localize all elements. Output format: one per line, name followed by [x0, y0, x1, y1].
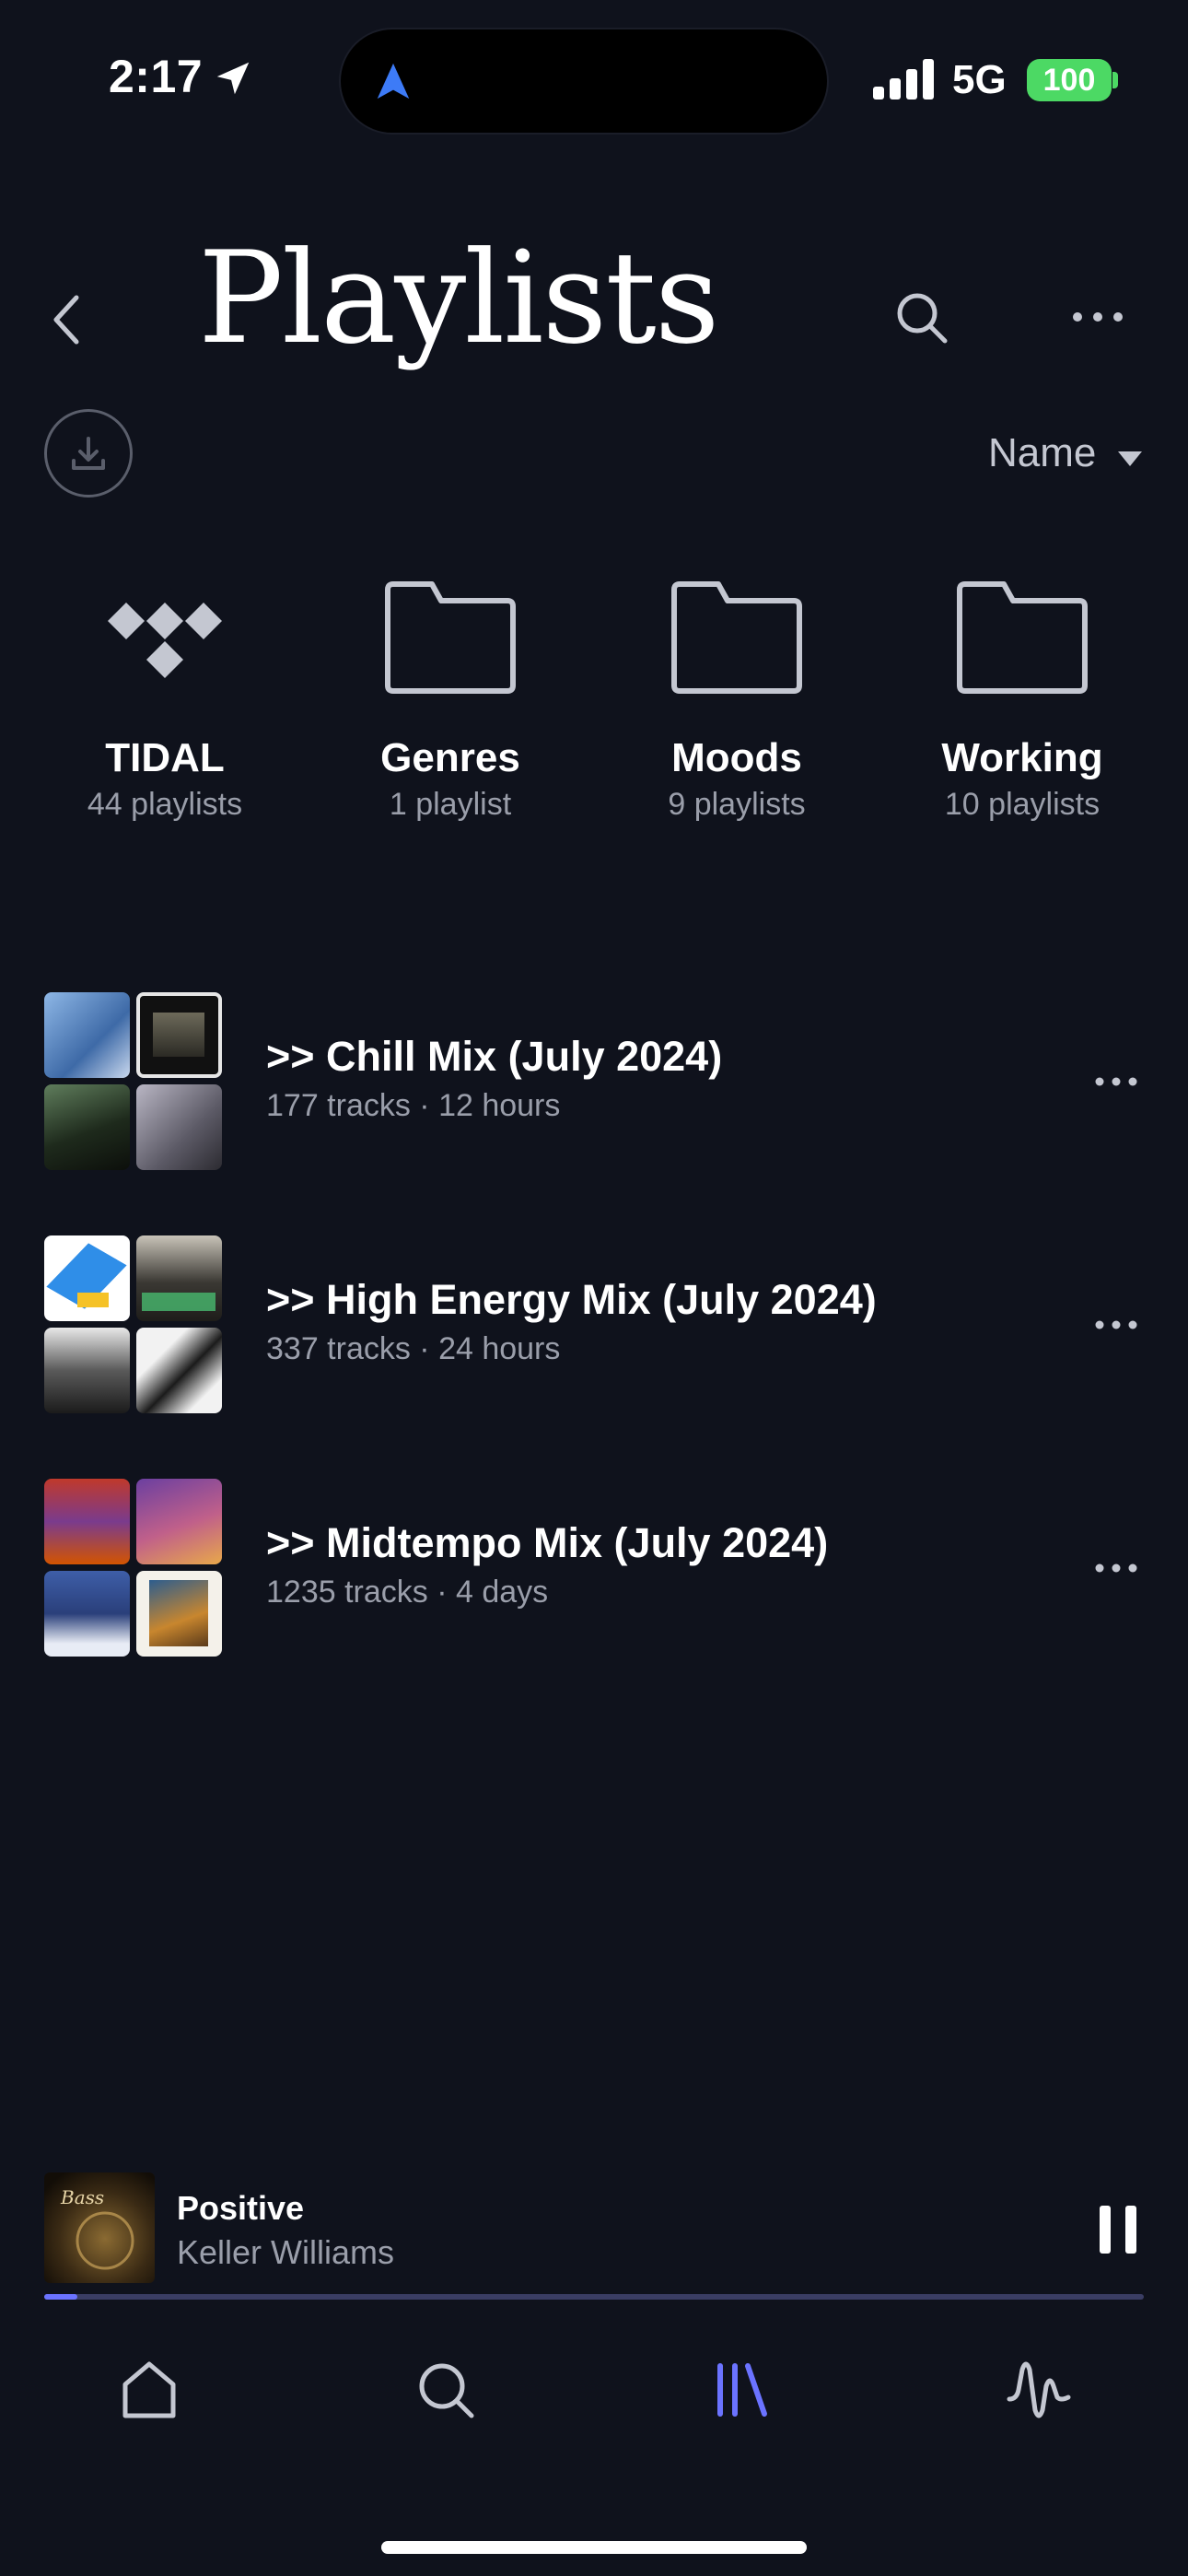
folder-icon [957, 581, 1088, 694]
home-indicator[interactable] [381, 2541, 807, 2554]
more-options-icon[interactable] [1092, 1068, 1140, 1095]
download-button[interactable] [44, 409, 133, 498]
playlist-subtitle: 1235 tracks · 4 days [266, 1575, 549, 1610]
folder-count: 10 playlists [944, 787, 1101, 822]
folder-name: Working [941, 735, 1103, 780]
folder-genres[interactable]: Genres 1 playlist [308, 577, 593, 823]
playlist-title: >> Chill Mix (July 2024) [266, 1033, 723, 1080]
pause-icon[interactable] [1096, 2202, 1140, 2257]
folder-name: TIDAL [105, 735, 225, 780]
album-art-tile [44, 1328, 130, 1413]
folder-icon [671, 581, 802, 694]
battery-indicator: 100 [1027, 59, 1112, 101]
folder-tidal[interactable]: TIDAL 44 playlists [22, 577, 308, 823]
playlist-row[interactable]: >> High Energy Mix (July 2024) 337 track… [0, 1235, 1188, 1416]
playlist-title: >> High Energy Mix (July 2024) [266, 1276, 877, 1323]
playback-progress-fill [44, 2294, 77, 2300]
location-arrow-icon [216, 62, 250, 95]
playlist-row[interactable]: >> Midtempo Mix (July 2024) 1235 tracks … [0, 1479, 1188, 1659]
folder-icon [385, 581, 516, 694]
now-playing-artist: Keller Williams [177, 2233, 395, 2271]
folder-name: Moods [671, 735, 802, 780]
home-icon[interactable] [112, 2353, 186, 2427]
playlist-artwork [44, 1479, 223, 1657]
album-art-tile [44, 1235, 130, 1321]
album-art-tile [44, 1479, 130, 1564]
tidal-logo-icon [108, 603, 222, 678]
folder-working[interactable]: Working 10 playlists [879, 577, 1165, 823]
playlist-title: >> Midtempo Mix (July 2024) [266, 1519, 829, 1566]
album-art-tile [136, 992, 222, 1078]
navigation-arrow-icon [377, 63, 410, 100]
playlist-row[interactable]: >> Chill Mix (July 2024) 177 tracks · 12… [0, 992, 1188, 1173]
chevron-left-icon [53, 295, 79, 345]
back-button[interactable] [41, 287, 92, 352]
sort-dropdown-label[interactable]: Name [988, 430, 1096, 476]
album-art-tile [44, 1084, 130, 1170]
album-art-tile [136, 1235, 222, 1321]
more-options-icon[interactable] [1092, 1311, 1140, 1339]
folder-moods[interactable]: Moods 9 playlists [594, 577, 879, 823]
album-art-image: Bass [44, 2172, 155, 2283]
playlist-artwork [44, 1235, 223, 1414]
playback-progress-track[interactable] [44, 2294, 1144, 2300]
folder-count: 44 playlists [87, 787, 243, 822]
playlist-subtitle: 177 tracks · 12 hours [266, 1088, 561, 1123]
album-art-tile [136, 1571, 222, 1657]
album-art-text: Bass [60, 2186, 104, 2208]
network-type: 5G [952, 57, 1007, 102]
album-art-tile [44, 992, 130, 1078]
playlist-artwork [44, 992, 223, 1171]
folder-count: 1 playlist [389, 787, 512, 822]
album-art-tile [44, 1571, 130, 1657]
waveform-icon[interactable] [1002, 2353, 1076, 2427]
album-art-tile [136, 1084, 222, 1170]
playlist-subtitle: 337 tracks · 24 hours [266, 1331, 561, 1366]
more-options-icon[interactable] [1068, 299, 1127, 335]
now-playing-title: Positive [177, 2189, 305, 2227]
download-icon [72, 437, 105, 470]
search-icon[interactable] [891, 287, 952, 348]
status-time: 2:17 [109, 51, 204, 102]
cellular-signal-icon [873, 59, 934, 100]
now-playing-artwork[interactable]: Bass [44, 2172, 155, 2283]
caret-down-icon[interactable] [1116, 450, 1144, 468]
album-art-tile [136, 1479, 222, 1564]
folder-name: Genres [380, 735, 520, 780]
battery-cap [1112, 72, 1118, 88]
folder-count: 9 playlists [668, 787, 806, 822]
more-options-icon[interactable] [1092, 1554, 1140, 1582]
album-art-tile [136, 1328, 222, 1413]
page-title: Playlists [198, 224, 720, 372]
library-icon[interactable] [705, 2353, 779, 2427]
search-icon[interactable] [409, 2353, 483, 2427]
